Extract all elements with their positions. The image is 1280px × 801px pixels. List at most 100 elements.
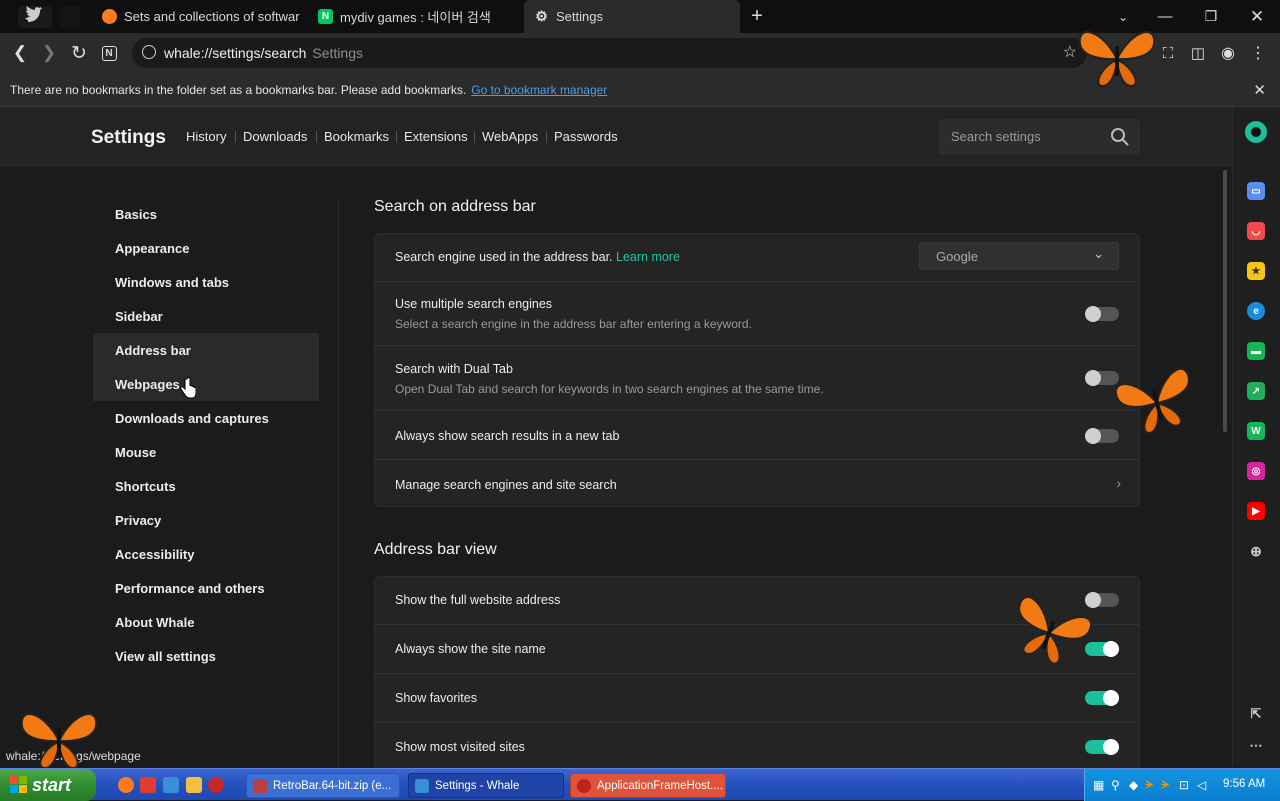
close-bookmark-bar-icon[interactable]: ✕ — [1253, 81, 1266, 99]
green-dot-app-icon[interactable] — [1245, 121, 1267, 143]
folder-quicklaunch-icon[interactable] — [186, 777, 202, 793]
address-bar[interactable]: whale://settings/search Settings ☆ — [132, 38, 1087, 68]
nav-history[interactable]: History — [186, 129, 226, 144]
menu-divider — [338, 198, 339, 768]
menu-downloads-captures[interactable]: Downloads and captures — [93, 401, 319, 435]
whale-sidebar: ▭ ◡ ★ e ▬ ↗ W ◎ ▶ ⊕ ⇱ ⋯ — [1232, 107, 1280, 767]
search-engine-select[interactable]: Google ⌄ — [919, 242, 1119, 270]
tab-overflow[interactable] — [60, 6, 80, 28]
menu-accessibility[interactable]: Accessibility — [93, 537, 319, 571]
page-scrollbar[interactable] — [1223, 170, 1227, 432]
menu-performance[interactable]: Performance and others — [93, 571, 319, 605]
menu-appearance[interactable]: Appearance — [93, 231, 319, 265]
open-external-icon[interactable]: ⇱ — [1247, 705, 1265, 723]
bookmark-manager-link[interactable]: Go to bookmark manager — [471, 83, 607, 97]
hand-cursor-icon — [180, 377, 196, 399]
naver-home-icon[interactable]: N — [97, 41, 121, 65]
add-app-icon[interactable]: ⊕ — [1247, 542, 1265, 560]
menu-mouse[interactable]: Mouse — [93, 435, 319, 469]
menu-view-all[interactable]: View all settings — [93, 639, 319, 673]
twitter-app-icon[interactable] — [18, 6, 52, 28]
row-label: Use multiple search engines — [395, 297, 553, 311]
nav-extensions[interactable]: Extensions — [404, 129, 468, 144]
row-description: Select a search engine in the address ba… — [395, 317, 752, 331]
menu-shortcuts[interactable]: Shortcuts — [93, 469, 319, 503]
row-label: Always show search results in a new tab — [395, 429, 620, 443]
page-title: Settings — [91, 127, 166, 148]
full-address-toggle[interactable] — [1085, 592, 1119, 608]
nav-webapps[interactable]: WebApps — [482, 129, 538, 144]
menu-sidebar[interactable]: Sidebar — [93, 299, 319, 333]
taskbar: start RetroBar.64-bit.zip (e... Settings… — [0, 768, 1280, 801]
profile-icon[interactable]: ◉ — [1216, 41, 1240, 65]
most-visited-toggle[interactable] — [1085, 739, 1119, 755]
tab-naver-search[interactable]: N mydiv games : 네이버 검색 — [308, 0, 518, 33]
menu-privacy[interactable]: Privacy — [93, 503, 319, 537]
taskbar-item-label: RetroBar.64-bit.zip (e... — [273, 779, 392, 792]
tab-label: mydiv games : 네이버 검색 — [340, 10, 491, 25]
learn-more-link[interactable]: Learn more — [616, 250, 680, 264]
firefox-quicklaunch-icon[interactable] — [118, 777, 134, 793]
back-button[interactable]: ❮ — [8, 41, 32, 65]
tab-sets-collections[interactable]: Sets and collections of softwar — [92, 0, 300, 33]
taskbar-item-label: ApplicationFrameHost.... — [597, 779, 723, 792]
row-label: Always show the site name — [395, 642, 546, 656]
tab-settings[interactable]: ⚙ Settings — [524, 0, 740, 33]
tray-diamond-icon[interactable]: ◆ — [1129, 778, 1138, 792]
engine-value: Google — [936, 249, 978, 264]
butterfly-icon — [1078, 31, 1156, 87]
tray-app-icon[interactable]: ▦ — [1093, 778, 1104, 792]
butterfly-icon — [20, 713, 98, 769]
opera-quicklaunch-icon[interactable] — [208, 777, 224, 793]
nav-passwords[interactable]: Passwords — [554, 129, 618, 144]
chevron-right-icon: › — [1116, 475, 1121, 491]
new-tab-results-toggle[interactable] — [1085, 428, 1119, 444]
multi-engine-toggle[interactable] — [1085, 306, 1119, 322]
restore-button[interactable]: ❐ — [1188, 0, 1234, 33]
calendar-icon[interactable]: ▭ — [1247, 182, 1265, 200]
manage-engines-row[interactable]: Manage search engines and site search › — [375, 460, 1139, 508]
tray-search-icon[interactable]: ⚲ — [1111, 778, 1120, 792]
star-icon[interactable]: ★ — [1247, 262, 1265, 280]
engine-label-text: Search engine used in the address bar. — [395, 250, 613, 264]
taskbar-item-appframehost[interactable]: ApplicationFrameHost.... — [570, 773, 726, 798]
address-url: whale://settings/search — [164, 45, 307, 61]
stocks-icon[interactable]: ↗ — [1247, 382, 1265, 400]
clock[interactable]: 9:56 AM — [1223, 778, 1265, 790]
new-tab-button[interactable]: + — [734, 0, 780, 33]
tray-butterfly2-icon[interactable]: ᗘ — [1161, 778, 1170, 793]
nav-bookmarks[interactable]: Bookmarks — [324, 129, 389, 144]
forward-button[interactable]: ❯ — [37, 41, 61, 65]
volume-icon[interactable]: ◁ — [1197, 778, 1206, 792]
menu-basics[interactable]: Basics — [93, 197, 319, 231]
favorites-toggle[interactable] — [1085, 690, 1119, 706]
menu-about-whale[interactable]: About Whale — [93, 605, 319, 639]
menu-webpages[interactable]: Webpages — [93, 367, 319, 401]
vivaldi-quicklaunch-icon[interactable] — [140, 777, 156, 793]
search-icon[interactable] — [1110, 127, 1130, 147]
edge-icon[interactable]: e — [1247, 302, 1265, 320]
network-icon[interactable]: ⊡ — [1179, 778, 1189, 792]
more-icon[interactable]: ⋯ — [1247, 737, 1265, 755]
nav-downloads[interactable]: Downloads — [243, 129, 307, 144]
webtoon-icon[interactable]: W — [1247, 422, 1265, 440]
naver-icon: N — [318, 9, 333, 24]
taskbar-item-whale[interactable]: Settings - Whale — [408, 773, 564, 798]
reload-button[interactable]: ↻ — [67, 41, 91, 65]
nav-divider — [546, 131, 547, 143]
whale-quicklaunch-icon[interactable] — [163, 777, 179, 793]
close-window-button[interactable]: ✕ — [1234, 0, 1280, 33]
instagram-icon[interactable]: ◎ — [1247, 462, 1265, 480]
naver-shopping-icon[interactable]: ▬ — [1247, 342, 1265, 360]
sidebar-toggle-icon[interactable]: ◫ — [1186, 41, 1210, 65]
pocket-icon[interactable]: ◡ — [1247, 222, 1265, 240]
site-info-icon[interactable] — [142, 45, 156, 59]
nav-divider — [396, 131, 397, 143]
menu-address-bar[interactable]: Address bar — [93, 333, 319, 367]
menu-windows-tabs[interactable]: Windows and tabs — [93, 265, 319, 299]
taskbar-item-retrobar[interactable]: RetroBar.64-bit.zip (e... — [246, 773, 400, 798]
menu-icon[interactable]: ⋮ — [1246, 41, 1270, 65]
tray-butterfly-icon[interactable]: ᗘ — [1145, 778, 1154, 793]
youtube-icon[interactable]: ▶ — [1247, 502, 1265, 520]
start-button[interactable]: start — [0, 769, 96, 801]
